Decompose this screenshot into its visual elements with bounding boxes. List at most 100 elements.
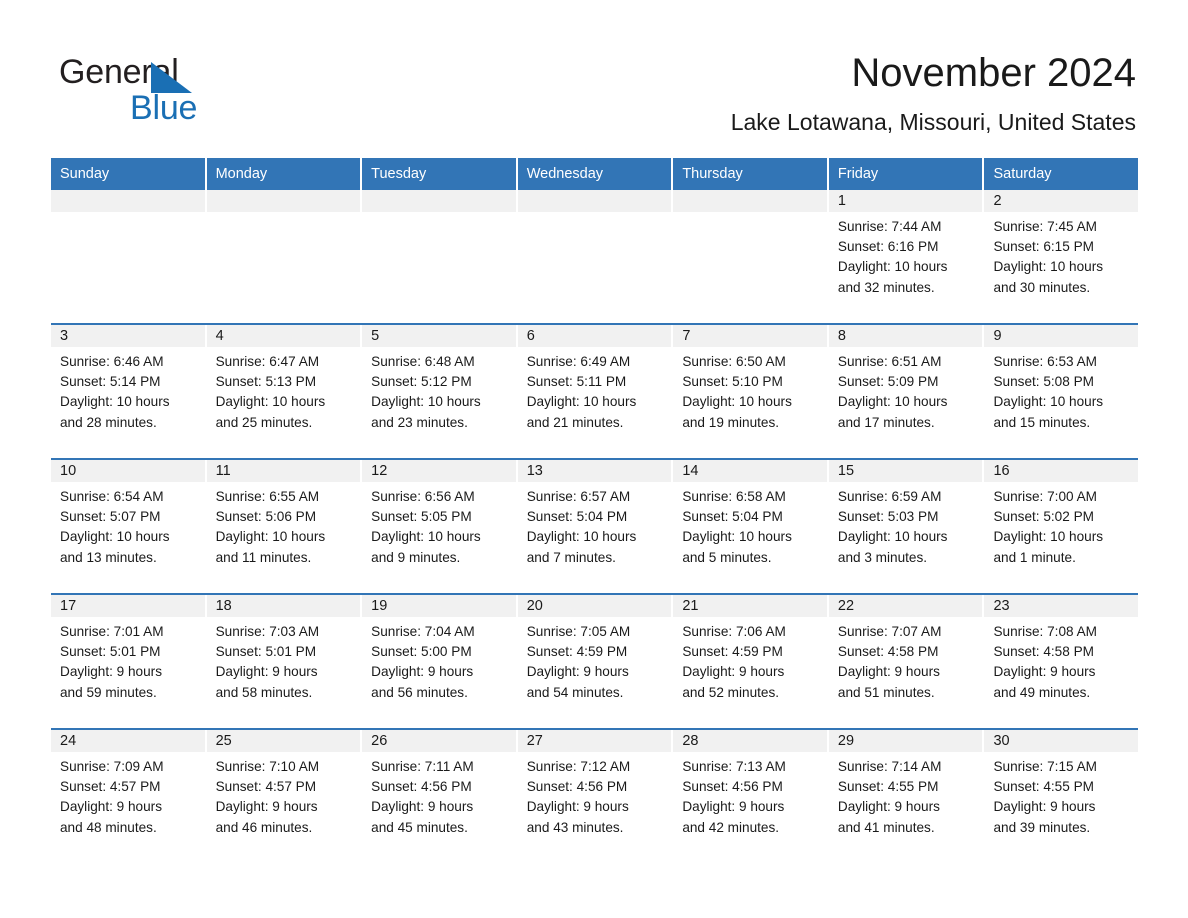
sunset-line: Sunset: 5:00 PM [371, 644, 472, 660]
sunset-line: Sunset: 4:58 PM [993, 644, 1094, 660]
day-cell[interactable] [673, 190, 829, 323]
sunrise-line: Sunrise: 6:48 AM [371, 354, 475, 369]
page-title: November 2024 [851, 51, 1136, 95]
day-number: 24 [51, 730, 205, 752]
weekday-header-friday: Friday [828, 158, 985, 190]
day-cell[interactable]: 21 Sunrise: 7:06 AM Sunset: 4:59 PM Dayl… [673, 595, 829, 728]
day-cell[interactable]: 11 Sunrise: 6:55 AM Sunset: 5:06 PM Dayl… [206, 460, 363, 593]
day-cell[interactable]: 30 Sunrise: 7:15 AM Sunset: 4:55 PM Dayl… [984, 730, 1139, 863]
day-cell[interactable] [517, 190, 674, 323]
day-cell[interactable]: 14 Sunrise: 6:58 AM Sunset: 5:04 PM Dayl… [673, 460, 829, 593]
day-cell[interactable]: 5 Sunrise: 6:48 AM Sunset: 5:12 PM Dayli… [362, 325, 518, 458]
day-number: 19 [362, 595, 516, 617]
day-cell[interactable]: 16 Sunrise: 7:00 AM Sunset: 5:02 PM Dayl… [984, 460, 1139, 593]
day-cell[interactable]: 28 Sunrise: 7:13 AM Sunset: 4:56 PM Dayl… [673, 730, 829, 863]
day-cell[interactable]: 23 Sunrise: 7:08 AM Sunset: 4:58 PM Dayl… [984, 595, 1139, 728]
day-cell[interactable]: 4 Sunrise: 6:47 AM Sunset: 5:13 PM Dayli… [206, 325, 363, 458]
sunrise-line: Sunrise: 6:46 AM [60, 354, 164, 369]
day-cell[interactable]: 24 Sunrise: 7:09 AM Sunset: 4:57 PM Dayl… [51, 730, 207, 863]
daylight-line-2: and 13 minutes. [60, 549, 157, 565]
daylight-line-1: Daylight: 9 hours [215, 799, 318, 815]
day-number: 30 [984, 730, 1139, 752]
day-cell[interactable]: 13 Sunrise: 6:57 AM Sunset: 5:04 PM Dayl… [517, 460, 674, 593]
day-number: 1 [828, 190, 983, 212]
day-number: 25 [206, 730, 361, 752]
day-cell[interactable]: 15 Sunrise: 6:59 AM Sunset: 5:03 PM Dayl… [828, 460, 985, 593]
sunset-line: Sunset: 5:05 PM [371, 509, 472, 525]
sunrise-line: Sunrise: 6:53 AM [993, 354, 1097, 369]
day-cell[interactable]: 1 Sunrise: 7:44 AM Sunset: 6:16 PM Dayli… [828, 190, 985, 323]
day-cell[interactable]: 18 Sunrise: 7:03 AM Sunset: 5:01 PM Dayl… [206, 595, 363, 728]
day-number: 15 [828, 460, 983, 482]
day-number: 17 [51, 595, 205, 617]
day-details: Sunrise: 6:55 AM Sunset: 5:06 PM Dayligh… [207, 482, 361, 568]
day-cell[interactable]: 10 Sunrise: 6:54 AM Sunset: 5:07 PM Dayl… [51, 460, 207, 593]
day-number: 22 [828, 595, 983, 617]
daylight-line-2: and 25 minutes. [215, 414, 313, 430]
day-number: 2 [984, 190, 1139, 212]
sunrise-line: Sunrise: 7:08 AM [993, 624, 1097, 639]
day-cell[interactable]: 25 Sunrise: 7:10 AM Sunset: 4:57 PM Dayl… [206, 730, 363, 863]
day-details: Sunrise: 7:14 AM Sunset: 4:55 PM Dayligh… [829, 752, 983, 838]
daylight-line-2: and 56 minutes. [371, 684, 468, 700]
sunset-line: Sunset: 5:02 PM [993, 509, 1094, 525]
calendar-grid: Sunday Monday Tuesday Wednesday Thursday… [51, 158, 1139, 863]
day-cell[interactable]: 9 Sunrise: 6:53 AM Sunset: 5:08 PM Dayli… [984, 325, 1139, 458]
day-cell[interactable] [51, 190, 207, 323]
sunrise-line: Sunrise: 7:03 AM [215, 624, 320, 639]
day-number: 20 [517, 595, 672, 617]
day-cell[interactable] [362, 190, 518, 323]
day-cell[interactable]: 8 Sunrise: 6:51 AM Sunset: 5:09 PM Dayli… [828, 325, 985, 458]
day-cell[interactable]: 26 Sunrise: 7:11 AM Sunset: 4:56 PM Dayl… [362, 730, 518, 863]
daylight-line-1: Daylight: 10 hours [682, 529, 792, 545]
page-header: General Blue November 2024 Lake Lotawana… [0, 0, 1188, 152]
sunrise-line: Sunrise: 7:00 AM [993, 489, 1097, 504]
day-cell[interactable]: 20 Sunrise: 7:05 AM Sunset: 4:59 PM Dayl… [517, 595, 674, 728]
sunrise-line: Sunrise: 7:09 AM [60, 759, 164, 774]
daylight-line-1: Daylight: 9 hours [993, 664, 1096, 680]
daylight-line-2: and 7 minutes. [526, 549, 616, 565]
day-cell[interactable]: 3 Sunrise: 6:46 AM Sunset: 5:14 PM Dayli… [51, 325, 207, 458]
day-number: 11 [206, 460, 361, 482]
day-cell[interactable]: 2 Sunrise: 7:45 AM Sunset: 6:15 PM Dayli… [984, 190, 1139, 323]
sunset-line: Sunset: 5:09 PM [837, 374, 939, 390]
sunset-line: Sunset: 5:08 PM [993, 374, 1094, 390]
day-details: Sunrise: 6:58 AM Sunset: 5:04 PM Dayligh… [673, 482, 827, 568]
sunset-line: Sunset: 5:01 PM [215, 644, 317, 660]
sunrise-line: Sunrise: 6:51 AM [837, 354, 942, 369]
day-details: Sunrise: 7:13 AM Sunset: 4:56 PM Dayligh… [673, 752, 827, 838]
day-cell[interactable] [206, 190, 363, 323]
day-details: Sunrise: 6:47 AM Sunset: 5:13 PM Dayligh… [207, 347, 361, 433]
daylight-line-2: and 28 minutes. [60, 414, 157, 430]
day-number: 27 [517, 730, 672, 752]
day-details [51, 212, 205, 217]
day-number: 3 [51, 325, 205, 347]
day-cell[interactable]: 22 Sunrise: 7:07 AM Sunset: 4:58 PM Dayl… [828, 595, 985, 728]
day-cell[interactable]: 27 Sunrise: 7:12 AM Sunset: 4:56 PM Dayl… [517, 730, 674, 863]
calendar-page: General Blue November 2024 Lake Lotawana… [0, 0, 1188, 918]
day-number: 21 [673, 595, 827, 617]
day-cell[interactable]: 6 Sunrise: 6:49 AM Sunset: 5:11 PM Dayli… [517, 325, 674, 458]
sunset-line: Sunset: 5:04 PM [682, 509, 783, 525]
day-cell[interactable]: 7 Sunrise: 6:50 AM Sunset: 5:10 PM Dayli… [673, 325, 829, 458]
day-details: Sunrise: 7:01 AM Sunset: 5:01 PM Dayligh… [51, 617, 205, 703]
daylight-line-1: Daylight: 10 hours [837, 259, 948, 275]
day-details [518, 212, 672, 217]
weekday-header-tuesday: Tuesday [362, 158, 518, 190]
day-cell[interactable]: 17 Sunrise: 7:01 AM Sunset: 5:01 PM Dayl… [51, 595, 207, 728]
weekday-header-row: Sunday Monday Tuesday Wednesday Thursday… [51, 158, 1139, 190]
day-cell[interactable]: 19 Sunrise: 7:04 AM Sunset: 5:00 PM Dayl… [362, 595, 518, 728]
day-number: 26 [362, 730, 516, 752]
day-details: Sunrise: 7:04 AM Sunset: 5:00 PM Dayligh… [362, 617, 516, 703]
sunset-line: Sunset: 4:56 PM [371, 779, 472, 795]
day-details: Sunrise: 6:50 AM Sunset: 5:10 PM Dayligh… [673, 347, 827, 433]
daylight-line-2: and 9 minutes. [371, 549, 461, 565]
day-cell[interactable]: 29 Sunrise: 7:14 AM Sunset: 4:55 PM Dayl… [828, 730, 985, 863]
daylight-line-1: Daylight: 10 hours [526, 529, 637, 545]
daylight-line-2: and 19 minutes. [682, 414, 780, 430]
daylight-line-1: Daylight: 9 hours [60, 664, 163, 680]
general-blue-logo[interactable]: General Blue [59, 52, 319, 132]
daylight-line-2: and 5 minutes. [682, 549, 772, 565]
daylight-line-1: Daylight: 9 hours [837, 664, 940, 680]
day-cell[interactable]: 12 Sunrise: 6:56 AM Sunset: 5:05 PM Dayl… [362, 460, 518, 593]
